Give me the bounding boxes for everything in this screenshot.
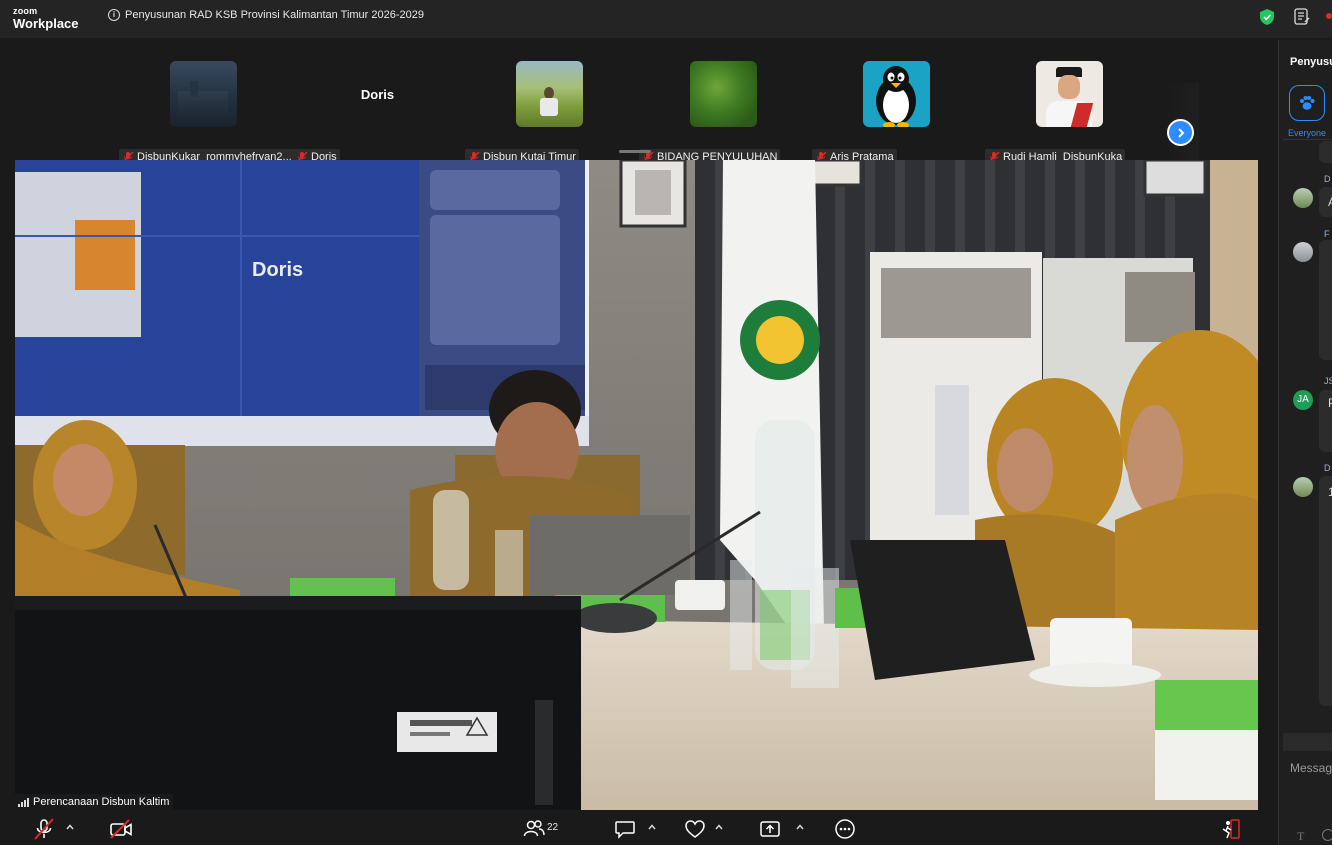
chat-avatar [1293, 242, 1313, 262]
active-speaker-name: Perencanaan Disbun Kaltim [33, 796, 170, 808]
audio-options-caret-icon[interactable] [66, 823, 74, 831]
reactions-options-caret-icon[interactable] [715, 823, 723, 831]
chat-sender-name: D [1324, 174, 1331, 184]
paw-icon [1300, 96, 1315, 110]
chat-sender-name: D [1324, 463, 1331, 473]
gallery-tile-2[interactable]: Doris Doris [290, 61, 465, 164]
gallery-tile-5[interactable]: Aris Pratama [809, 61, 984, 164]
logo-small-text: zoom [13, 6, 38, 16]
notes-icon[interactable] [1294, 8, 1310, 25]
penguin-avatar-icon [863, 61, 930, 127]
mic-off-icon [34, 818, 54, 840]
chat-sender-name: F [1324, 229, 1330, 239]
reactions-button[interactable] [684, 818, 706, 840]
chat-icon [615, 821, 635, 839]
encryption-shield-icon[interactable] [1260, 9, 1274, 25]
leave-button[interactable] [1220, 818, 1242, 840]
chat-button[interactable] [614, 818, 636, 840]
participant-video-thumb [690, 61, 757, 127]
gallery-tile-4[interactable]: BIDANG PENYULUHAN [636, 61, 811, 164]
gallery-tile-3[interactable]: Disbun Kutai Timur [462, 61, 637, 164]
participant-display-name: Doris [360, 86, 395, 102]
chat-message-text: P [1328, 396, 1332, 410]
shared-screen-label: Doris [252, 259, 303, 281]
chat-bubble [1319, 141, 1332, 163]
main-speaker-video: Doris [15, 160, 1258, 810]
meeting-info-icon[interactable]: i [108, 9, 120, 21]
logo-big-text: Workplace [13, 16, 79, 31]
recording-indicator-icon [1326, 13, 1332, 19]
gallery-tile-6[interactable]: Rudi Hamli_DisbunKuka [982, 61, 1157, 164]
chevron-right-icon [1177, 127, 1184, 138]
meeting-toolbar: 22 [0, 810, 1278, 845]
emoji-icon[interactable] [1322, 829, 1332, 841]
chat-title: Penyusunan RAD KSB [1290, 56, 1332, 68]
chat-recipient-label: Everyone [1288, 128, 1327, 138]
chat-options-caret-icon[interactable] [648, 823, 656, 831]
chat-message-input[interactable]: Message Everyone [1290, 761, 1332, 775]
strip-resize-handle[interactable] [619, 150, 651, 153]
zoom-workplace-logo: zoom Workplace [13, 6, 79, 31]
chat-sender-name: JS [1324, 376, 1332, 386]
audio-button[interactable] [33, 818, 55, 840]
share-options-caret-icon[interactable] [796, 823, 804, 831]
video-off-icon [110, 819, 132, 839]
chat-avatar [1293, 188, 1313, 208]
leave-icon [1222, 819, 1240, 839]
meeting-room-scene: Doris [15, 160, 1258, 810]
more-icon [835, 819, 855, 839]
gallery-strip: DisbunKukar_rommyhefryan2... Doris Doris… [0, 38, 1270, 178]
chat-avatar: JA [1293, 390, 1313, 410]
format-text-button[interactable]: T [1297, 829, 1304, 844]
heart-icon [685, 820, 705, 838]
chat-bubble [1319, 240, 1332, 360]
gallery-tile-1[interactable]: DisbunKukar_rommyhefryan2... [116, 61, 295, 164]
participant-video-thumb [516, 61, 583, 127]
participants-count: 22 [547, 822, 559, 833]
participants-button[interactable] [523, 818, 545, 840]
chat-message-text: A [1328, 195, 1332, 209]
chat-divider [1283, 139, 1332, 140]
participant-video-thumb [1036, 61, 1103, 127]
participants-icon [523, 820, 545, 837]
chat-avatar [1293, 477, 1313, 497]
more-button[interactable] [834, 818, 856, 840]
chat-recipient-everyone-button[interactable] [1289, 85, 1325, 121]
chat-message-text: 1 [1328, 485, 1332, 499]
share-screen-icon [760, 821, 780, 837]
signal-strength-icon [18, 797, 29, 807]
gallery-next-button[interactable] [1167, 119, 1194, 146]
active-speaker-name-tag: Perencanaan Disbun Kaltim [15, 794, 174, 810]
chat-input-divider [1283, 733, 1332, 751]
chat-bubble [1319, 476, 1332, 706]
video-button[interactable] [109, 818, 133, 840]
share-button[interactable] [759, 818, 781, 840]
title-bar: zoom Workplace i Penyusunan RAD KSB Prov… [0, 0, 1332, 38]
meeting-title: Penyusunan RAD KSB Provinsi Kalimantan T… [125, 9, 424, 21]
participant-video-thumb [170, 61, 237, 127]
chat-panel: Penyusunan RAD KSB Everyone D A F JS JA … [1278, 40, 1332, 845]
